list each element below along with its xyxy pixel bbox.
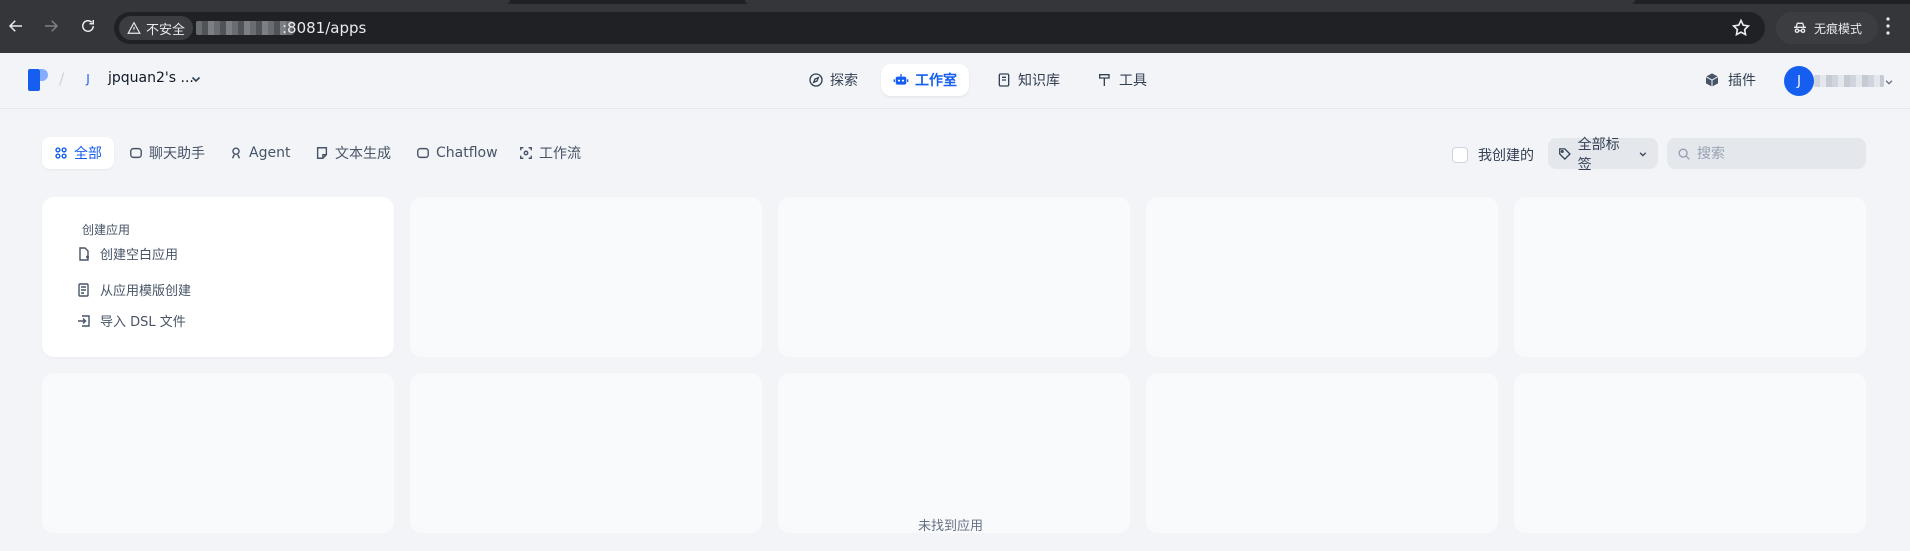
blank-file-icon <box>79 246 89 261</box>
user-chevron-down-icon[interactable] <box>1884 77 1894 87</box>
created-by-me-checkbox[interactable] <box>1452 147 1468 163</box>
browser-menu-icon[interactable] <box>1886 17 1890 35</box>
url-text[interactable]: :8081/apps <box>282 19 366 37</box>
cube-icon <box>1705 73 1719 87</box>
agent-icon <box>231 147 241 159</box>
robot-icon <box>893 74 909 85</box>
incognito-badge[interactable]: 无痕模式 <box>1776 12 1878 44</box>
security-chip[interactable]: 不安全 <box>119 16 194 40</box>
nav-tools[interactable]: 工具 <box>1085 64 1159 96</box>
app-card-placeholder <box>778 197 1130 357</box>
filter-tab-agent[interactable]: Agent <box>217 137 302 169</box>
filter-tab-chat-label: 聊天助手 <box>149 146 205 162</box>
nav-explore[interactable]: 探索 <box>796 64 870 96</box>
note-icon <box>316 147 328 159</box>
filter-tab-workflow[interactable]: 工作流 <box>507 137 593 169</box>
create-app-card: 创建应用 创建空白应用 从应用模版创建 导入 DSL 文件 <box>42 197 394 357</box>
grid-icon <box>55 147 67 159</box>
nav-studio-label: 工作室 <box>915 73 957 89</box>
app-card-placeholder <box>42 373 394 533</box>
workspace-avatar: J <box>86 72 90 86</box>
app-card-placeholder <box>410 373 762 533</box>
search-field[interactable] <box>1667 138 1866 169</box>
filter-tab-workflow-label: 工作流 <box>539 146 581 162</box>
app-header: / J jpquan2's ... 探索 工作室 知识库 工具 插件 J <box>0 53 1910 109</box>
plugins-label: 插件 <box>1728 73 1756 89</box>
incognito-label: 无痕模式 <box>1813 21 1862 36</box>
filter-tab-agent-label: Agent <box>249 145 291 161</box>
chevron-down-icon <box>1639 151 1647 157</box>
import-icon <box>78 314 90 327</box>
reload-icon[interactable] <box>76 14 100 38</box>
created-by-me-filter[interactable]: 我创建的 <box>1452 145 1534 165</box>
nav-studio[interactable]: 工作室 <box>881 64 969 96</box>
explore-icon <box>809 73 823 87</box>
workflow-icon <box>520 147 532 159</box>
app-card-placeholder <box>1146 197 1498 357</box>
created-by-me-label: 我创建的 <box>1478 148 1534 164</box>
app-card-placeholder <box>410 197 762 357</box>
empty-state-text: 未找到应用 <box>918 519 984 534</box>
filter-tab-text-generation-label: 文本生成 <box>335 146 391 162</box>
workspace-name[interactable]: jpquan2's ... <box>108 70 194 86</box>
tag-filter-select[interactable]: 全部标签 <box>1548 137 1658 173</box>
create-blank-app-button[interactable]: 创建空白应用 <box>76 244 178 263</box>
user-avatar[interactable]: J <box>1784 66 1814 96</box>
chat-icon <box>130 147 142 159</box>
app-logo-icon[interactable] <box>28 69 48 91</box>
incognito-icon <box>1793 22 1806 33</box>
create-from-template-button[interactable]: 从应用模版创建 <box>76 280 191 299</box>
import-dsl-label: 导入 DSL 文件 <box>100 315 186 330</box>
nav-tools-label: 工具 <box>1119 73 1147 89</box>
nav-knowledge-label: 知识库 <box>1018 73 1060 89</box>
chatflow-icon <box>417 147 429 159</box>
warning-icon <box>127 21 141 34</box>
app-card-placeholder <box>1514 197 1866 357</box>
hammer-icon <box>1099 74 1110 86</box>
create-app-title: 创建应用 <box>82 223 131 237</box>
create-blank-app-label: 创建空白应用 <box>100 248 179 263</box>
app-card-placeholder <box>778 373 1130 533</box>
breadcrumb-divider: / <box>59 69 65 88</box>
create-from-template-label: 从应用模版创建 <box>100 284 192 299</box>
search-icon <box>1678 147 1690 160</box>
filter-tab-chat[interactable]: 聊天助手 <box>117 137 217 169</box>
filter-tab-all-label: 全部 <box>74 146 102 162</box>
back-icon[interactable] <box>4 14 28 38</box>
bookmark-star-icon[interactable] <box>1731 18 1751 38</box>
plugins-link[interactable]: 插件 <box>1704 70 1756 90</box>
filter-tab-all[interactable]: 全部 <box>42 137 114 169</box>
filter-tab-chatflow-label: Chatflow <box>436 145 498 161</box>
nav-explore-label: 探索 <box>830 73 858 89</box>
chevron-down-icon[interactable] <box>190 73 202 85</box>
address-bar[interactable]: 不安全 :8081/apps <box>114 12 1765 44</box>
book-icon <box>998 73 1010 87</box>
tag-filter-label: 全部标签 <box>1577 136 1620 173</box>
forward-icon[interactable] <box>39 14 63 38</box>
import-dsl-button[interactable]: 导入 DSL 文件 <box>76 311 186 330</box>
filter-tab-text-generation[interactable]: 文本生成 <box>303 137 403 169</box>
redacted-host <box>196 21 294 35</box>
tab-strip <box>0 0 1910 4</box>
redacted-user-name[interactable] <box>1814 75 1884 87</box>
nav-knowledge[interactable]: 知识库 <box>984 64 1072 96</box>
app-card-placeholder <box>1146 373 1498 533</box>
app-card-placeholder <box>1514 373 1866 533</box>
search-input[interactable] <box>1697 145 1847 162</box>
browser-toolbar: 不安全 :8081/apps 无痕模式 <box>0 0 1910 53</box>
filter-tab-chatflow[interactable]: Chatflow <box>404 137 510 169</box>
security-label: 不安全 <box>146 22 186 38</box>
template-icon <box>78 282 89 297</box>
tag-icon <box>1559 147 1571 160</box>
